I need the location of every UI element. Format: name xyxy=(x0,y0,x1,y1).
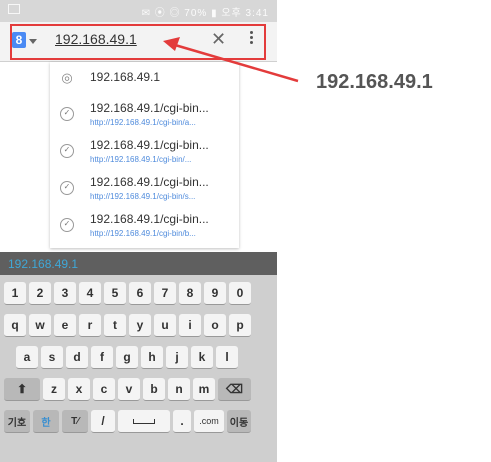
arrow-line xyxy=(174,43,299,83)
annotation-label: 192.168.49.1 xyxy=(316,71,433,93)
annotation-arrow xyxy=(163,37,299,83)
arrow-head-icon xyxy=(163,37,180,51)
